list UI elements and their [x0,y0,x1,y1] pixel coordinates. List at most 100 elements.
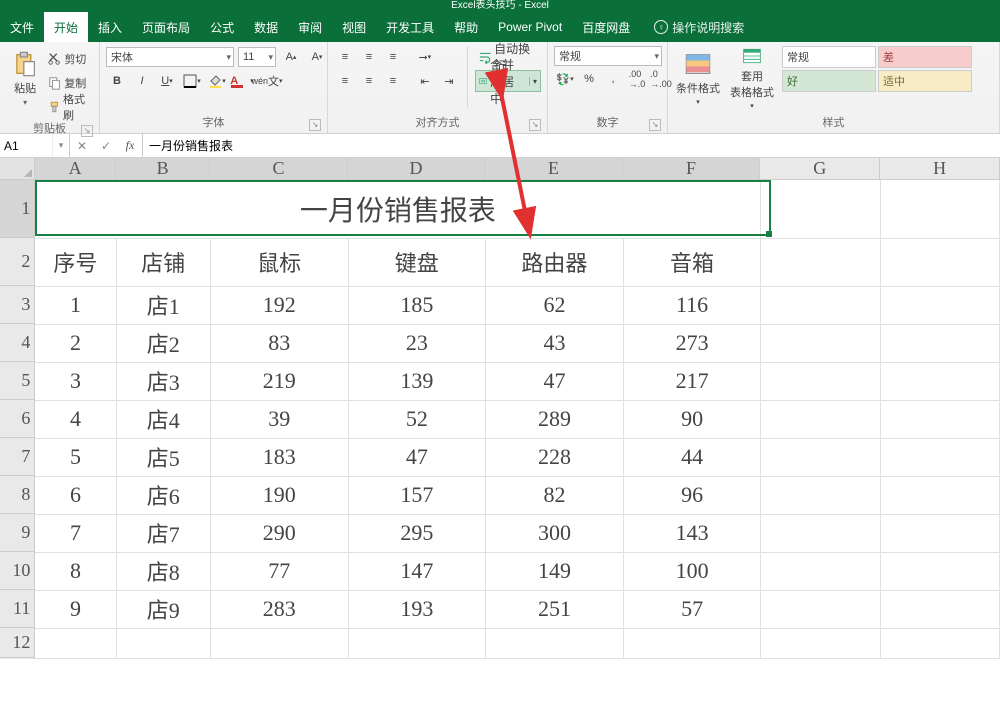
cell[interactable]: 1 [35,286,116,324]
align-right-button[interactable]: ≡ [382,71,404,91]
column-header[interactable]: G [760,158,880,179]
percent-button[interactable]: % [578,69,600,89]
cell[interactable]: 290 [210,514,348,552]
tab-view[interactable]: 视图 [332,12,376,42]
cell[interactable]: 143 [623,514,761,552]
column-header[interactable]: E [485,158,623,179]
cell[interactable]: 193 [348,590,486,628]
row-header[interactable]: 5 [0,362,34,400]
cell[interactable]: 序号 [35,238,116,286]
tab-review[interactable]: 审阅 [288,12,332,42]
cell[interactable] [880,590,999,628]
chevron-down-icon[interactable]: ▾ [529,77,537,86]
cell[interactable]: 3 [35,362,116,400]
cell[interactable]: 4 [35,400,116,438]
align-bottom-button[interactable]: ≡ [382,47,404,67]
decrease-font-button[interactable]: A▾ [306,47,328,67]
cell[interactable] [761,476,880,514]
cell[interactable]: 39 [210,400,348,438]
number-format-combo[interactable]: 常规 [554,46,662,66]
row-header[interactable]: 6 [0,400,34,438]
cell[interactable] [761,180,880,238]
cell[interactable]: 57 [623,590,761,628]
row-header[interactable]: 7 [0,438,34,476]
merge-center-button[interactable]: 合并后居中 ▾ [475,70,541,92]
cell[interactable]: 96 [623,476,761,514]
cell[interactable]: 47 [486,362,624,400]
cell[interactable]: 300 [486,514,624,552]
cell[interactable]: 62 [486,286,624,324]
align-left-button[interactable]: ≡ [334,71,356,91]
cell[interactable]: 251 [486,590,624,628]
cell[interactable] [210,628,348,658]
cell[interactable]: 139 [348,362,486,400]
paste-button[interactable]: 粘贴 ▾ [6,46,44,110]
cell[interactable]: 43 [486,324,624,362]
cell[interactable]: 192 [210,286,348,324]
cell[interactable] [486,628,624,658]
cell[interactable]: 路由器 [486,238,624,286]
cell[interactable]: 一月份销售报表 [35,180,761,238]
fill-color-button[interactable]: ▾ [206,71,228,91]
row-header[interactable]: 1 [0,180,34,238]
cell[interactable]: 100 [623,552,761,590]
increase-indent-button[interactable]: ⇥ [438,71,460,91]
enter-formula-button[interactable]: ✓ [94,139,118,153]
cell[interactable]: 283 [210,590,348,628]
cell[interactable]: 52 [348,400,486,438]
cell[interactable]: 店4 [116,400,210,438]
comma-button[interactable]: , [602,69,624,89]
underline-button[interactable]: U▾ [156,71,178,91]
cell[interactable] [761,400,880,438]
phonetic-button[interactable]: wén文▾ [256,71,278,91]
cell[interactable]: 147 [348,552,486,590]
tell-me[interactable]: ♀ 操作说明搜索 [654,12,744,42]
format-painter-button[interactable]: 格式刷 [48,96,93,118]
cell[interactable]: 8 [35,552,116,590]
tab-formulas[interactable]: 公式 [200,12,244,42]
cell[interactable] [761,362,880,400]
cell[interactable]: 116 [623,286,761,324]
decrease-indent-button[interactable]: ⇤ [414,71,436,91]
cell[interactable]: 鼠标 [210,238,348,286]
select-all-corner[interactable] [0,158,35,179]
cell[interactable]: 店7 [116,514,210,552]
font-family-combo[interactable]: 宋体 [106,47,234,67]
cellstyle-normal[interactable]: 常规 [782,46,876,68]
cell[interactable] [880,438,999,476]
cell[interactable]: 店3 [116,362,210,400]
cell[interactable]: 键盘 [348,238,486,286]
cell[interactable] [880,400,999,438]
cell[interactable] [880,514,999,552]
cell[interactable] [761,324,880,362]
cell[interactable]: 295 [348,514,486,552]
cell[interactable]: 183 [210,438,348,476]
cell[interactable]: 228 [486,438,624,476]
table-format-button[interactable]: 套用 表格格式▾ [728,46,776,110]
row-header[interactable]: 4 [0,324,34,362]
cell[interactable]: 219 [210,362,348,400]
cell[interactable] [761,514,880,552]
cell[interactable]: 149 [486,552,624,590]
column-header[interactable]: H [880,158,1000,179]
cell[interactable] [880,286,999,324]
cell[interactable]: 店6 [116,476,210,514]
cell[interactable] [761,238,880,286]
italic-button[interactable]: I [131,71,153,91]
cell[interactable]: 店1 [116,286,210,324]
cell[interactable] [880,362,999,400]
cell[interactable]: 77 [210,552,348,590]
align-middle-button[interactable]: ≡ [358,47,380,67]
increase-decimal-button[interactable]: .00→.0 [626,69,648,89]
cell[interactable]: 44 [623,438,761,476]
font-color-button[interactable]: A▾ [231,71,253,91]
row-header[interactable]: 3 [0,286,34,324]
cell[interactable]: 6 [35,476,116,514]
cell[interactable]: 7 [35,514,116,552]
row-header[interactable]: 11 [0,590,34,628]
align-top-button[interactable]: ≡ [334,47,356,67]
cell[interactable] [880,238,999,286]
cell[interactable] [761,438,880,476]
cell[interactable] [880,628,999,658]
cell[interactable]: 82 [486,476,624,514]
